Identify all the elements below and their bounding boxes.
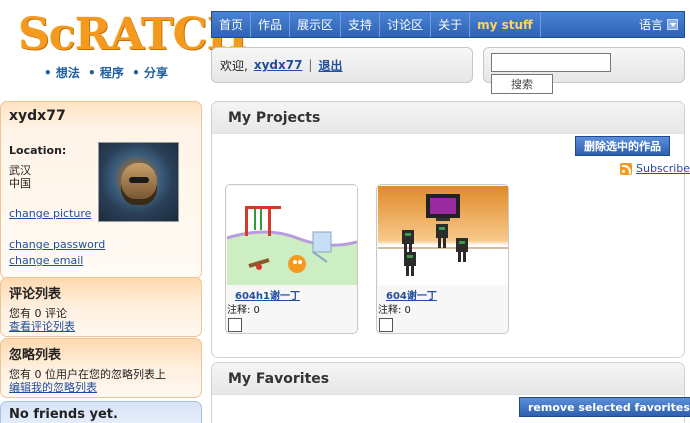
my-favorites-header: My Favorites bbox=[212, 363, 684, 395]
welcome-bar: 欢迎, xydx77 | 退出 bbox=[211, 47, 473, 83]
project-card: 604谢一丁 注释: 0 bbox=[376, 184, 509, 334]
tagline-imagine: • 想法 bbox=[44, 66, 80, 80]
comments-title: 评论列表 bbox=[9, 287, 62, 302]
project-select-checkbox[interactable] bbox=[379, 318, 393, 332]
tagline-program: • 程序 bbox=[88, 66, 124, 80]
tagline-share: • 分享 bbox=[132, 66, 168, 80]
avatar bbox=[98, 142, 179, 222]
nav-about[interactable]: 关于 bbox=[431, 12, 471, 37]
chevron-down-icon bbox=[667, 19, 678, 30]
project-title-link[interactable]: 604谢一丁 bbox=[386, 287, 437, 302]
profile-panel: xydx77 Location: 武汉 中国 change picture ch… bbox=[0, 101, 202, 279]
my-favorites-panel: My Favorites remove selected favorites bbox=[211, 362, 690, 423]
nav-forums[interactable]: 讨论区 bbox=[380, 12, 432, 37]
nav-galleries[interactable]: 展示区 bbox=[290, 12, 342, 37]
remove-selected-favorites-button[interactable]: remove selected favorites bbox=[519, 397, 690, 417]
logout-link[interactable]: 退出 bbox=[318, 57, 342, 74]
top-navigation: 首页 作品 展示区 支持 讨论区 关于 my stuff 语言 bbox=[211, 11, 685, 38]
language-selector[interactable]: 语言 bbox=[639, 16, 684, 33]
scratch-logo[interactable]: ScRATCH bbox=[14, 8, 248, 62]
search-input[interactable] bbox=[491, 53, 611, 72]
project-notes-count: 注释: 0 bbox=[378, 305, 411, 316]
profile-username: xydx77 bbox=[9, 108, 66, 124]
my-favorites-title: My Favorites bbox=[228, 371, 330, 387]
my-projects-title: My Projects bbox=[228, 110, 321, 126]
search-button[interactable]: 搜索 bbox=[491, 74, 553, 94]
subscribe-label: Subscribe bbox=[636, 162, 690, 175]
friends-title: No friends yet. bbox=[9, 407, 118, 422]
change-password-link[interactable]: change password bbox=[9, 238, 105, 251]
project-notes-count: 注释: 0 bbox=[227, 305, 260, 316]
nav-my-stuff[interactable]: my stuff bbox=[470, 12, 541, 37]
subscribe-link[interactable]: Subscribe bbox=[620, 162, 690, 175]
project-title-link[interactable]: 604h1谢一丁 bbox=[235, 287, 300, 302]
nav-home[interactable]: 首页 bbox=[212, 12, 252, 37]
change-email-link[interactable]: change email bbox=[9, 254, 83, 267]
location-country: 中国 bbox=[9, 177, 31, 190]
view-comments-link[interactable]: 查看评论列表 bbox=[9, 318, 75, 334]
project-thumbnail[interactable] bbox=[227, 186, 357, 285]
my-projects-header: My Projects bbox=[212, 102, 684, 134]
welcome-separator: | bbox=[308, 58, 313, 72]
search-box: 搜索 bbox=[483, 47, 685, 94]
project-thumbnail[interactable] bbox=[378, 186, 508, 285]
nav-projects[interactable]: 作品 bbox=[251, 12, 291, 37]
edit-ignore-list-link[interactable]: 编辑我的忽略列表 bbox=[9, 379, 97, 395]
ignore-list-panel: 忽略列表 您有 0 位用户在您的忽略列表上 编辑我的忽略列表 bbox=[0, 338, 202, 398]
rss-icon bbox=[620, 162, 632, 175]
language-label: 语言 bbox=[638, 18, 663, 32]
project-card: 604h1谢一丁 注释: 0 bbox=[225, 184, 358, 334]
change-picture-link[interactable]: change picture bbox=[9, 207, 91, 220]
welcome-username-link[interactable]: xydx77 bbox=[254, 58, 303, 72]
nav-support[interactable]: 支持 bbox=[341, 12, 381, 37]
logo-tagline: • 想法 • 程序 • 分享 bbox=[44, 64, 172, 81]
welcome-greeting: 欢迎, bbox=[220, 58, 248, 73]
comments-panel: 评论列表 您有 0 评论 查看评论列表 bbox=[0, 277, 202, 337]
my-projects-panel: My Projects 删除选中的作品 Subscribe 604h1谢一丁 注… bbox=[211, 101, 690, 358]
ignore-list-title: 忽略列表 bbox=[9, 348, 62, 363]
delete-selected-projects-button[interactable]: 删除选中的作品 bbox=[575, 136, 670, 156]
location-label: Location: bbox=[9, 144, 67, 157]
friends-panel: No friends yet. bbox=[0, 401, 202, 423]
project-select-checkbox[interactable] bbox=[228, 318, 242, 332]
